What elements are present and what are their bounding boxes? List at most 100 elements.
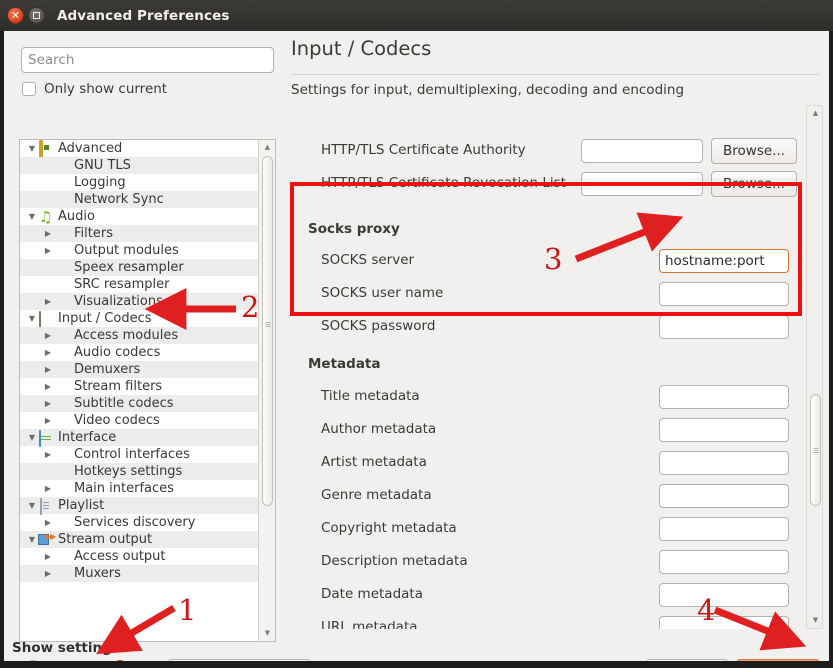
sidebar-item-playlist[interactable]: Playlist bbox=[20, 497, 259, 514]
tls-input-0[interactable] bbox=[581, 139, 703, 163]
sidebar-item-stream-output[interactable]: Stream output bbox=[20, 531, 259, 548]
sidebar-item-advanced[interactable]: Advanced bbox=[20, 140, 259, 157]
sidebar-item-src-resampler[interactable]: SRC resampler bbox=[20, 276, 259, 293]
sidebar-item-speex-resampler[interactable]: Speex resampler bbox=[20, 259, 259, 276]
browse-button-1[interactable]: Browse... bbox=[711, 171, 797, 197]
sidebar-item-audio[interactable]: Audio bbox=[20, 208, 259, 225]
sidebar-item-output-modules[interactable]: Output modules bbox=[20, 242, 259, 259]
chevron-down-icon[interactable] bbox=[26, 535, 38, 544]
settings-scroll-up-icon[interactable]: ▲ bbox=[809, 107, 822, 120]
close-icon[interactable]: ✕ bbox=[7, 7, 24, 24]
metadata-label: Description metadata bbox=[321, 553, 468, 569]
sidebar-item-label: Input / Codecs bbox=[58, 310, 152, 327]
sidebar-item-label: Main interfaces bbox=[74, 480, 174, 497]
sidebar-item-label: Video codecs bbox=[74, 412, 160, 429]
tls-label: HTTP/TLS Certificate Revocation List bbox=[321, 175, 566, 191]
settings-scroll-down-icon[interactable]: ▼ bbox=[809, 614, 822, 627]
metadata-label: Title metadata bbox=[321, 388, 420, 404]
tree-scrollbar[interactable]: ▲ ▼ bbox=[258, 140, 275, 641]
chip-icon-glyph bbox=[39, 140, 43, 159]
sidebar-item-muxers[interactable]: Muxers bbox=[20, 565, 259, 582]
socks-password-input[interactable] bbox=[659, 315, 789, 339]
maximize-icon[interactable] bbox=[28, 7, 45, 24]
chevron-right-icon[interactable] bbox=[42, 569, 54, 578]
sidebar-item-filters[interactable]: Filters bbox=[20, 225, 259, 242]
sidebar-item-audio-codecs[interactable]: Audio codecs bbox=[20, 344, 259, 361]
tree-icon-placeholder bbox=[54, 397, 70, 411]
chevron-right-icon[interactable] bbox=[42, 518, 54, 527]
chevron-down-icon[interactable] bbox=[26, 314, 38, 323]
chevron-down-icon[interactable] bbox=[26, 501, 38, 510]
metadata-row: Artist metadata bbox=[291, 452, 801, 474]
date-metadata-input[interactable] bbox=[659, 583, 789, 607]
sidebar-item-label: Hotkeys settings bbox=[74, 463, 182, 480]
window-left-edge bbox=[0, 31, 4, 668]
sidebar-item-visualizations[interactable]: Visualizations bbox=[20, 293, 259, 310]
description-metadata-input[interactable] bbox=[659, 550, 789, 574]
page-title: Input / Codecs bbox=[291, 37, 431, 60]
chevron-right-icon[interactable] bbox=[42, 229, 54, 238]
sidebar-item-control-interfaces[interactable]: Control interfaces bbox=[20, 446, 259, 463]
socks-server-input[interactable] bbox=[659, 249, 789, 273]
sidebar-item-interface[interactable]: Interface bbox=[20, 429, 259, 446]
chevron-right-icon[interactable] bbox=[42, 552, 54, 561]
close-glyph: ✕ bbox=[11, 10, 20, 21]
browse-button-0[interactable]: Browse... bbox=[711, 138, 797, 164]
sidebar-item-access-modules[interactable]: Access modules bbox=[20, 327, 259, 344]
preferences-tree[interactable]: AdvancedGNU TLSLoggingNetwork SyncAudioF… bbox=[19, 139, 276, 642]
socks-label: SOCKS password bbox=[321, 318, 435, 334]
title-metadata-input[interactable] bbox=[659, 385, 789, 409]
chevron-right-icon[interactable] bbox=[42, 450, 54, 459]
music-note-icon-glyph bbox=[39, 210, 52, 226]
chevron-right-icon[interactable] bbox=[42, 382, 54, 391]
chevron-right-icon[interactable] bbox=[42, 399, 54, 408]
genre-metadata-input[interactable] bbox=[659, 484, 789, 508]
artist-metadata-input[interactable] bbox=[659, 451, 789, 475]
metadata-row: Author metadata bbox=[291, 419, 801, 441]
sidebar-item-access-output[interactable]: Access output bbox=[20, 548, 259, 565]
chevron-down-icon[interactable] bbox=[26, 144, 38, 153]
tree-scroll-thumb[interactable] bbox=[262, 156, 273, 506]
chevron-down-icon[interactable] bbox=[26, 212, 38, 221]
tree-icon-placeholder bbox=[54, 363, 70, 377]
sidebar-item-input-codecs[interactable]: Input / Codecs bbox=[20, 310, 259, 327]
chevron-right-icon[interactable] bbox=[42, 484, 54, 493]
sidebar-item-label: Muxers bbox=[74, 565, 121, 582]
socks-user-name-input[interactable] bbox=[659, 282, 789, 306]
scroll-grip bbox=[265, 322, 270, 327]
sidebar-item-gnu-tls[interactable]: GNU TLS bbox=[20, 157, 259, 174]
sidebar-item-logging[interactable]: Logging bbox=[20, 174, 259, 191]
chevron-right-icon[interactable] bbox=[42, 246, 54, 255]
sidebar-item-hotkeys-settings[interactable]: Hotkeys settings bbox=[20, 463, 259, 480]
tls-label: HTTP/TLS Certificate Authority bbox=[321, 142, 526, 158]
metadata-row: Description metadata bbox=[291, 551, 801, 573]
scroll-up-icon[interactable]: ▲ bbox=[261, 141, 274, 154]
settings-scrollbar[interactable]: ▲ ▼ bbox=[806, 105, 823, 629]
sidebar-item-services-discovery[interactable]: Services discovery bbox=[20, 514, 259, 531]
sidebar-item-demuxers[interactable]: Demuxers bbox=[20, 361, 259, 378]
copyright-metadata-input[interactable] bbox=[659, 517, 789, 541]
chevron-right-icon[interactable] bbox=[42, 348, 54, 357]
chevron-down-icon[interactable] bbox=[26, 433, 38, 442]
sidebar-item-label: GNU TLS bbox=[74, 157, 131, 174]
chevron-right-icon[interactable] bbox=[42, 297, 54, 306]
sidebar-item-label: Interface bbox=[58, 429, 116, 446]
window-bottom-edge bbox=[0, 661, 833, 668]
sidebar-item-network-sync[interactable]: Network Sync bbox=[20, 191, 259, 208]
tls-input-1[interactable] bbox=[581, 172, 703, 196]
sidebar-item-main-interfaces[interactable]: Main interfaces bbox=[20, 480, 259, 497]
chevron-right-icon[interactable] bbox=[42, 416, 54, 425]
chevron-right-icon[interactable] bbox=[42, 365, 54, 374]
settings-scroll-thumb[interactable] bbox=[810, 394, 821, 506]
search-input[interactable] bbox=[21, 47, 274, 73]
sidebar-item-stream-filters[interactable]: Stream filters bbox=[20, 378, 259, 395]
sidebar-item-subtitle-codecs[interactable]: Subtitle codecs bbox=[20, 395, 259, 412]
annotation-number-3: 3 bbox=[544, 245, 562, 274]
sidebar-item-video-codecs[interactable]: Video codecs bbox=[20, 412, 259, 429]
author-metadata-input[interactable] bbox=[659, 418, 789, 442]
sidebar-item-label: Stream output bbox=[58, 531, 152, 548]
tls-row: HTTP/TLS Certificate Authority Browse... bbox=[291, 140, 801, 162]
chevron-right-icon[interactable] bbox=[42, 331, 54, 340]
only-show-current-checkbox[interactable]: Only show current bbox=[22, 81, 167, 97]
url-metadata-input[interactable] bbox=[659, 616, 789, 629]
